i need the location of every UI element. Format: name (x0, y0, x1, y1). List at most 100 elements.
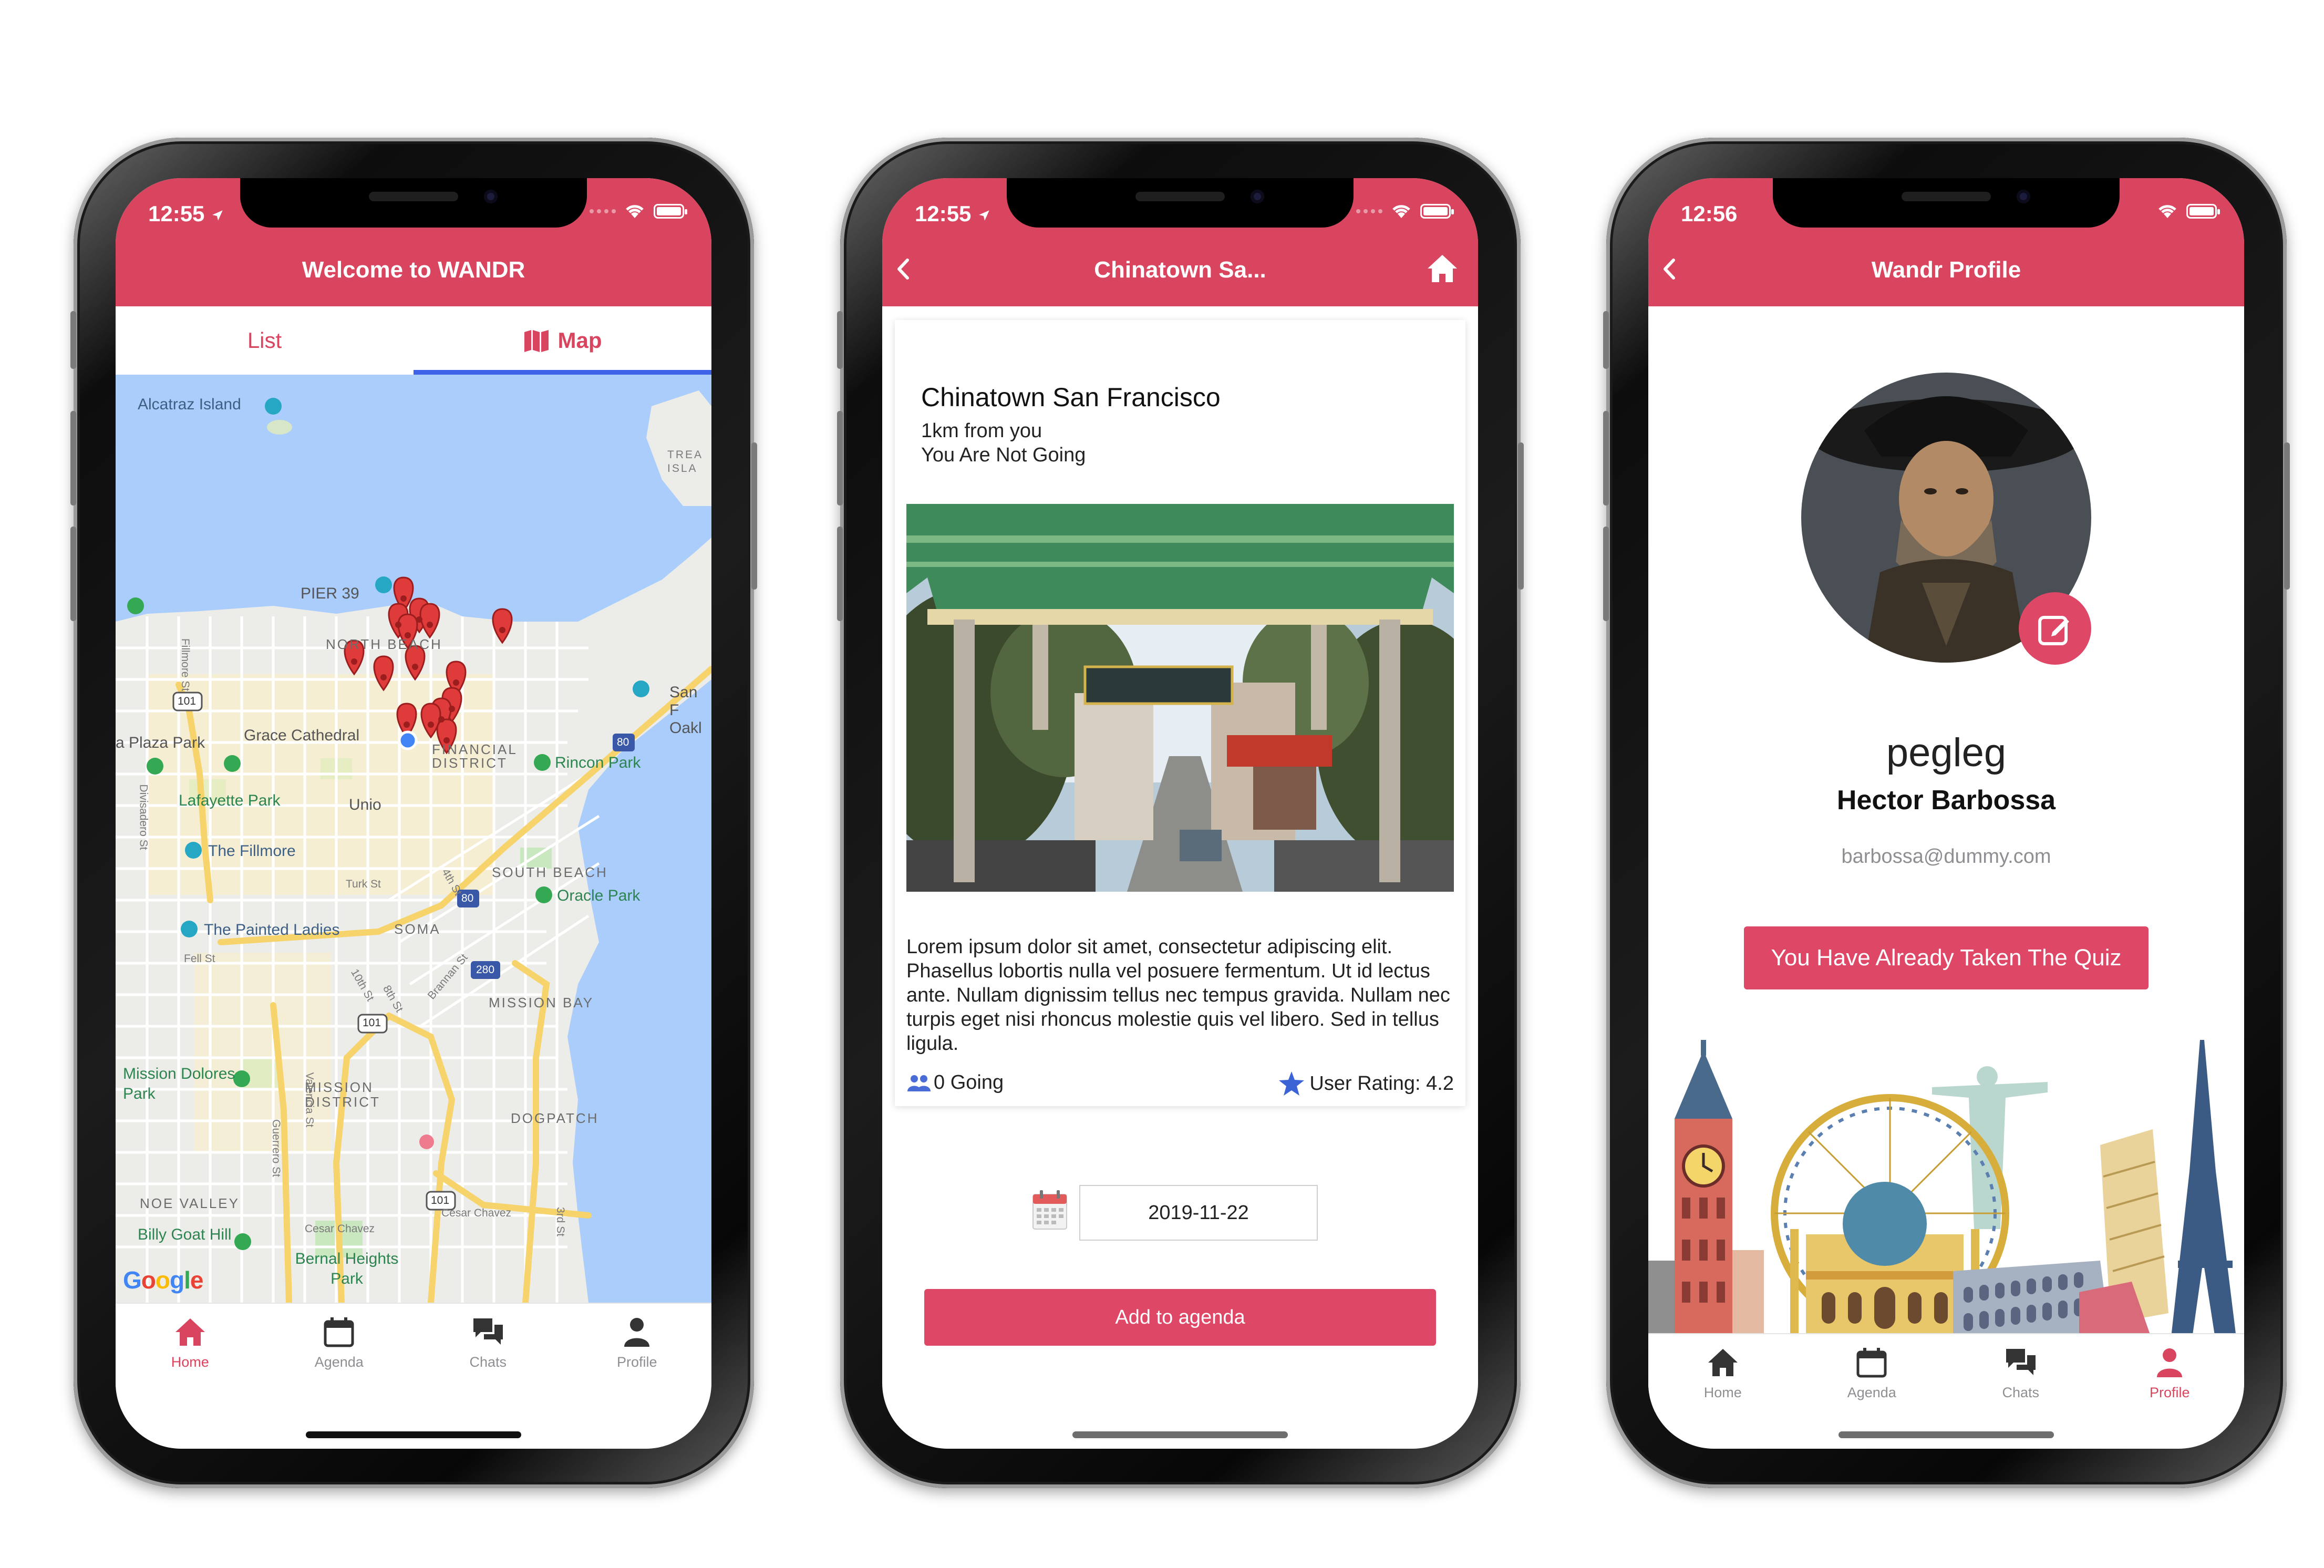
tab-profile[interactable]: Profile (563, 1304, 712, 1387)
map-label-pier39: PIER 39 (301, 585, 359, 602)
notch (1773, 178, 2120, 228)
tab-agenda[interactable]: Agenda (1798, 1334, 1947, 1412)
map-label-rincon: Rincon Park (555, 754, 641, 771)
wifi-icon (1392, 205, 1410, 218)
street-label: Cesar Chavez (305, 1223, 375, 1235)
user-rating: User Rating: 4.2 (1279, 1071, 1454, 1096)
map-label-sf-oakland: San F Oakl (669, 684, 702, 737)
tab-profile-label: Profile (2149, 1385, 2190, 1400)
location-arrow-icon (979, 210, 989, 221)
map-label-mission-district: MISSION DISTRICT (305, 1079, 380, 1110)
street-label: Fillmore St (179, 638, 192, 692)
calendar-icon[interactable] (1031, 1189, 1068, 1231)
date-picker-input[interactable]: 2019-11-22 (1079, 1185, 1318, 1241)
map-label-lafayette: Lafayette Park (179, 792, 281, 809)
map-label-grace: Grace Cathedral (244, 727, 360, 744)
map-label-painted: The Painted Ladies (204, 921, 340, 938)
landmarks-illustration (1648, 1040, 2244, 1342)
tab-home[interactable]: Home (116, 1304, 265, 1387)
edit-icon (2038, 616, 2069, 645)
tab-home-label: Home (1703, 1385, 1742, 1400)
tab-profile-label: Profile (616, 1354, 657, 1370)
street-label: Turk St (346, 878, 381, 890)
map-label-billy: Billy Goat Hill (138, 1226, 232, 1243)
side-button (1603, 527, 1609, 621)
bottom-tab-bar: Home Agenda Chats Profile (1648, 1333, 2244, 1412)
event-distance: 1km from you (921, 420, 1042, 442)
notch (1007, 178, 1354, 228)
highway-shield: 80 (461, 892, 474, 904)
page-title: Welcome to WANDR (302, 257, 525, 283)
quiz-button[interactable]: You Have Already Taken The Quiz (1744, 926, 2149, 989)
map-label-plaza-park: a Plaza Park (116, 734, 205, 751)
highway-shield: 101 (363, 1017, 381, 1029)
tab-home[interactable]: Home (1648, 1334, 1798, 1412)
map-label-dogpatch: DOGPATCH (511, 1110, 599, 1126)
bottom-tab-bar: Home Agenda Chats Profile (116, 1303, 711, 1387)
home-indicator[interactable] (1072, 1431, 1288, 1438)
tab-chats-label: Chats (2002, 1385, 2040, 1400)
chats-icon (473, 1318, 503, 1345)
map-label-south-beach: SOUTH BEACH (492, 864, 608, 880)
side-button (70, 311, 76, 369)
date-value: 2019-11-22 (1148, 1201, 1249, 1224)
status-time: 12:55 (915, 201, 991, 226)
street-label: Guerrero St (270, 1119, 282, 1177)
phone-map: 12:55 Welcome to WANDR List Map Alcatraz… (70, 138, 757, 1488)
chats-icon (2006, 1349, 2036, 1375)
wifi-icon (626, 205, 644, 218)
event-attendance: You Are Not Going (921, 444, 1086, 466)
home-indicator[interactable] (1838, 1431, 2054, 1438)
tab-profile[interactable]: Profile (2095, 1334, 2245, 1412)
highway-shield: 101 (431, 1194, 450, 1206)
google-logo: Google (123, 1266, 203, 1294)
page-title: Wandr Profile (1871, 257, 2021, 283)
add-to-agenda-button[interactable]: Add to agenda (924, 1289, 1436, 1346)
event-description: Lorem ipsum dolor sit amet, consectetur … (906, 936, 1450, 1055)
screen: 12:55 Chinatown Sa... Chinatown San Fran… (882, 178, 1478, 1449)
side-button (70, 411, 76, 506)
tab-map-label: Map (557, 328, 602, 353)
screen: 12:56 Wandr Profile pegleg Hector Barbos… (1648, 178, 2244, 1449)
tab-chats-label: Chats (469, 1354, 507, 1370)
tab-list-label: List (247, 328, 282, 353)
side-button (1518, 442, 1524, 590)
map-label-soma: SOMA (394, 921, 441, 937)
page-title: Chinatown Sa... (1094, 257, 1266, 283)
signal-icon (590, 209, 616, 213)
event-photo (906, 504, 1454, 892)
calendar-icon (1856, 1348, 1887, 1378)
phone-profile: 12:56 Wandr Profile pegleg Hector Barbos… (1603, 138, 2290, 1488)
edit-photo-button[interactable] (2019, 592, 2091, 665)
map-label-bernal: Bernal Heights Park (295, 1250, 399, 1287)
home-icon[interactable] (1427, 253, 1458, 284)
tab-chats[interactable]: Chats (414, 1304, 563, 1387)
full-name: Hector Barbossa (1836, 785, 2056, 816)
status-icons (1356, 203, 1454, 219)
map-icon (524, 330, 549, 352)
map-label-alcatraz: Alcatraz Island (138, 396, 241, 413)
tab-agenda-label: Agenda (1847, 1385, 1896, 1400)
map-label-mission-bay: MISSION BAY (489, 995, 594, 1010)
rating-label: User Rating: 4.2 (1309, 1072, 1454, 1095)
street-label: Valencia St (303, 1072, 316, 1128)
active-tab-indicator (414, 370, 711, 375)
screen: 12:55 Welcome to WANDR List Map Alcatraz… (116, 178, 711, 1449)
map-view[interactable]: Alcatraz Island TREA ISLA PIER 39 NORTH … (116, 375, 711, 1303)
side-button (1603, 411, 1609, 506)
star-icon (1279, 1071, 1305, 1096)
side-button (751, 442, 757, 590)
street-label: Fell St (184, 953, 215, 965)
tab-list[interactable]: List (116, 306, 414, 375)
tab-agenda[interactable]: Agenda (265, 1304, 414, 1387)
location-arrow-icon (212, 210, 223, 221)
street-label: Divisadero St (137, 784, 150, 850)
home-indicator[interactable] (306, 1431, 521, 1438)
map-label-oracle: Oracle Park (557, 887, 641, 904)
home-icon (175, 1318, 205, 1346)
battery-icon (654, 204, 687, 219)
phone-detail: 12:55 Chinatown Sa... Chinatown San Fran… (837, 138, 1524, 1488)
tab-chats[interactable]: Chats (1946, 1334, 2095, 1412)
tab-map[interactable]: Map (414, 306, 711, 375)
side-button (837, 311, 843, 369)
